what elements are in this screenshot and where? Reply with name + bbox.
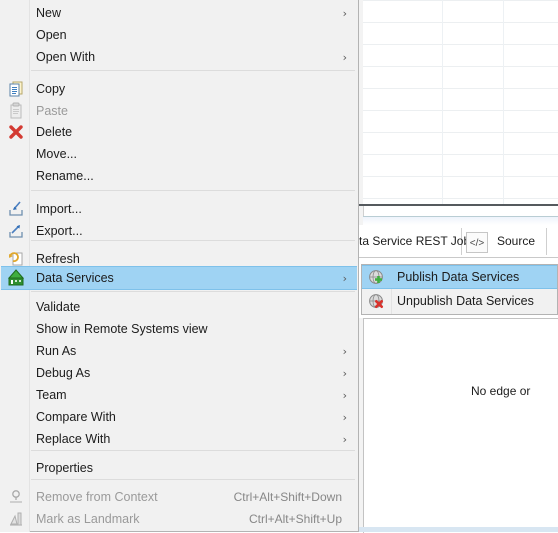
landmark-icon [7, 510, 25, 528]
chevron-right-icon: › [342, 50, 347, 64]
grid-row-line [363, 176, 558, 177]
menu-item-label: Compare With [36, 410, 116, 424]
grid-row-line [363, 44, 558, 45]
menu-item-label: Rename... [36, 169, 94, 183]
menu-item-data-services[interactable]: Data Services › [1, 266, 357, 290]
grid-row-line [363, 88, 558, 89]
chevron-right-icon: › [342, 366, 347, 380]
grid-column-line [503, 0, 504, 204]
menu-separator [31, 450, 355, 451]
remove-context-icon [7, 488, 25, 506]
tab-separator [546, 228, 547, 255]
grid-row-line [363, 22, 558, 23]
menu-item-label: Open [36, 28, 67, 42]
diagram-canvas[interactable]: No edge or [363, 318, 558, 533]
menu-item-label: Run As [36, 344, 77, 358]
paste-icon [7, 102, 25, 120]
menu-item-import[interactable]: Import... [1, 198, 357, 220]
menu-item-copy[interactable]: Copy [1, 78, 357, 100]
menu-item-paste[interactable]: Paste [1, 100, 357, 122]
chevron-right-icon: › [342, 432, 347, 446]
menu-item-label: Show in Remote Systems view [36, 322, 208, 336]
menu-item-label: Export... [36, 224, 83, 238]
grid-column-line [442, 0, 443, 204]
menu-item-label: New [36, 6, 62, 20]
menu-item-label: Replace With [36, 432, 111, 446]
background-table-grid [363, 0, 558, 204]
grid-row-line [363, 198, 558, 199]
grid-row-line [363, 66, 558, 67]
tab-data-service-rest-job[interactable]: ta Service REST Job [359, 225, 470, 258]
tab-strip-underline [355, 257, 558, 258]
menu-item-label: Validate [36, 300, 81, 314]
menu-item-properties[interactable]: Properties [1, 457, 357, 479]
menu-item-label: Refresh [36, 252, 80, 266]
chevron-right-icon: › [342, 388, 347, 402]
menu-item-remove-from-context[interactable]: Remove from Context Ctrl+Alt+Shift+Down [1, 486, 357, 508]
menu-item-label: Team [36, 388, 67, 402]
menu-item-label: Properties [36, 461, 93, 475]
grid-row-line [363, 132, 558, 133]
menu-item-open[interactable]: Open [1, 24, 357, 46]
menu-item-show-in-remote-systems-view[interactable]: Show in Remote Systems view [1, 318, 357, 340]
chevron-right-icon: › [342, 271, 347, 285]
chevron-right-icon: › [342, 344, 347, 358]
menu-separator [31, 70, 355, 71]
menu-item-export[interactable]: Export... [1, 220, 357, 242]
menu-item-compare-with[interactable]: Compare With › [1, 406, 357, 428]
menu-item-validate[interactable]: Validate [1, 296, 357, 318]
menu-item-label: Delete [36, 125, 73, 139]
data-services-submenu[interactable]: Publish Data Services Unpublish Data Serv… [361, 264, 558, 315]
menu-separator [31, 190, 355, 191]
import-icon [7, 200, 25, 218]
menu-item-shortcut: Ctrl+Alt+Shift+Down [233, 490, 342, 504]
unpublish-icon [368, 293, 385, 310]
grid-row-line [363, 110, 558, 111]
submenu-item-label: Publish Data Services [397, 270, 520, 284]
context-menu[interactable]: New › Open Open With › Copy Paste Delete Move...… [0, 0, 359, 532]
canvas-empty-message: No edge or [471, 384, 531, 398]
menu-separator [31, 291, 355, 292]
menu-item-mark-as-landmark[interactable]: Mark as Landmark Ctrl+Alt+Shift+Up [1, 508, 357, 530]
chevron-right-icon: › [342, 410, 347, 424]
submenu-item-label: Unpublish Data Services [397, 294, 534, 308]
menu-item-label: Remove from Context [36, 490, 158, 504]
menu-item-label: Mark as Landmark [36, 512, 140, 526]
menu-item-team[interactable]: Team › [1, 384, 357, 406]
menu-item-label: Move... [36, 147, 77, 161]
delete-icon [7, 123, 25, 141]
menu-item-run-as[interactable]: Run As › [1, 340, 357, 362]
code-tag-icon: </> [466, 232, 488, 253]
menu-item-new[interactable]: New › [1, 2, 357, 24]
chevron-right-icon: › [342, 6, 347, 20]
menu-item-move[interactable]: Move... [1, 143, 357, 165]
submenu-item-publish-data-services[interactable]: Publish Data Services [362, 265, 557, 289]
copy-icon [7, 80, 25, 98]
editor-section-divider [355, 204, 558, 206]
menu-item-shortcut: Ctrl+Alt+Shift+Up [248, 512, 342, 526]
menu-item-label: Debug As [36, 366, 91, 380]
menu-item-open-with[interactable]: Open With › [1, 46, 357, 68]
menu-item-delete[interactable]: Delete [1, 121, 357, 143]
menu-item-label: Data Services [36, 271, 114, 285]
menu-item-label: Copy [36, 82, 66, 96]
export-icon [7, 222, 25, 240]
data-services-icon [7, 269, 25, 287]
menu-item-label: Paste [36, 104, 68, 118]
menu-item-replace-with[interactable]: Replace With › [1, 428, 357, 450]
menu-separator [31, 479, 355, 480]
menu-item-label: Open With [36, 50, 96, 64]
menu-item-label: Import... [36, 202, 82, 216]
grid-row-line [363, 0, 558, 1]
grid-row-line [363, 154, 558, 155]
editor-gradient-band [363, 217, 558, 225]
publish-icon [368, 269, 385, 286]
submenu-item-unpublish-data-services[interactable]: Unpublish Data Services [362, 290, 557, 313]
menu-item-debug-as[interactable]: Debug As › [1, 362, 357, 384]
tab-source[interactable]: Source [497, 225, 535, 258]
menu-item-rename[interactable]: Rename... [1, 165, 357, 187]
